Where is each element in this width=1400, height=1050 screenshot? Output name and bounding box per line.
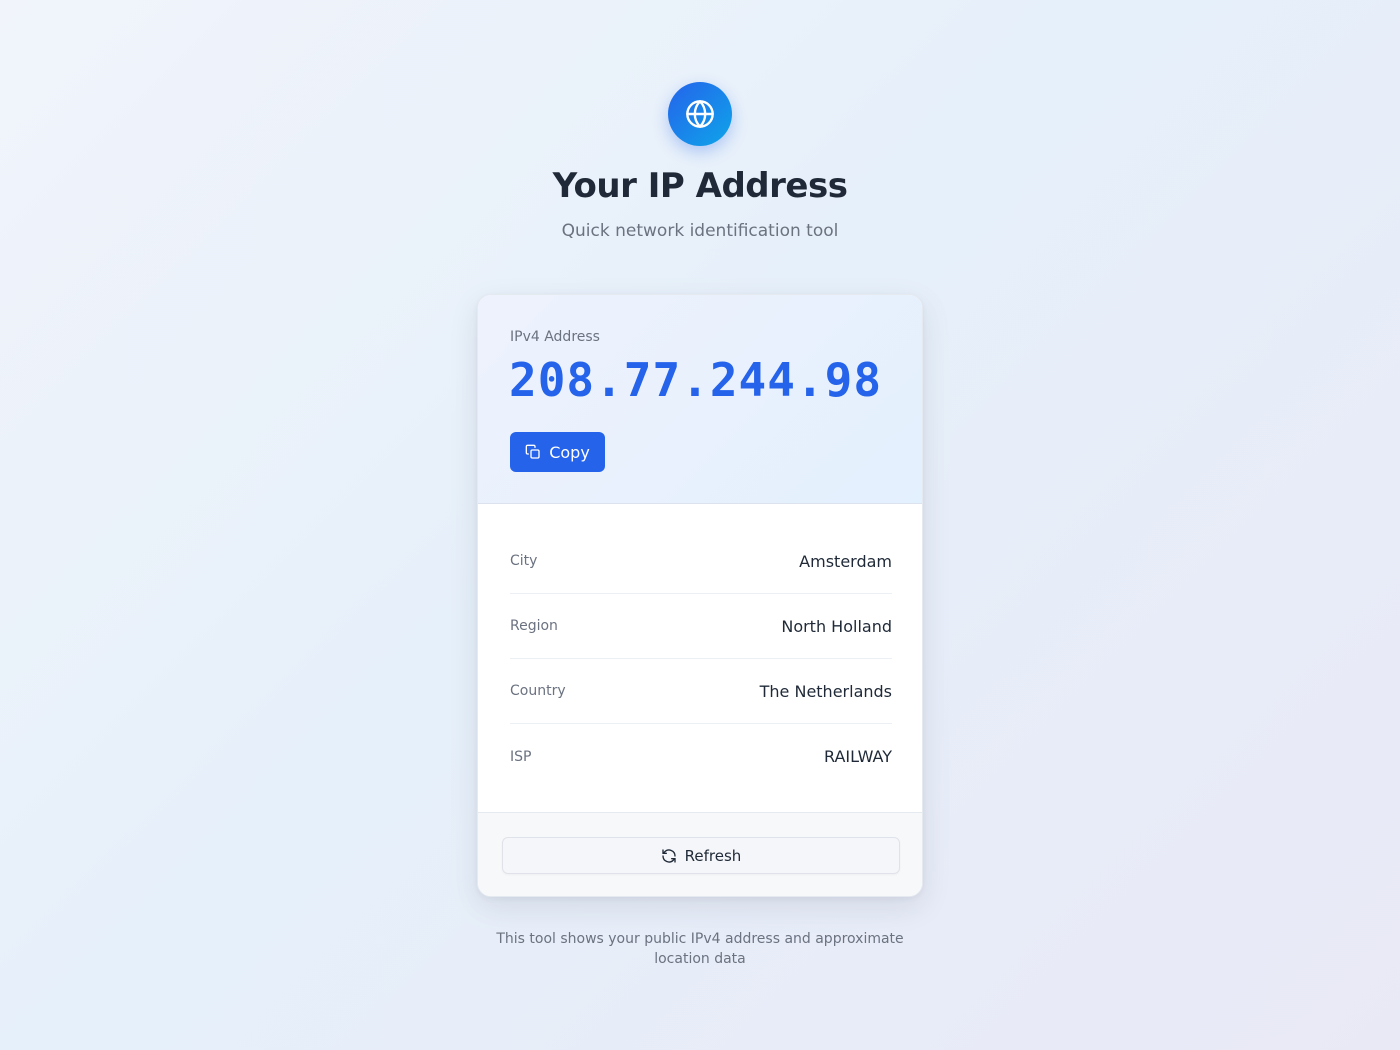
detail-label: City [510,553,538,569]
detail-value: Amsterdam [799,551,892,571]
detail-label: ISP [510,748,532,765]
copy-button-label: Copy [549,442,590,462]
ip-card: IPv4 Address 208.77.244.98 Copy City Ams… [477,294,923,897]
page-subtitle: Quick network identification tool [561,221,839,241]
detail-row-country: Country The Netherlands [510,659,892,724]
detail-value: RAILWAY [824,747,892,766]
copy-icon [525,444,541,460]
detail-label: Region [510,618,558,634]
card-footer: Refresh [478,812,922,896]
ip-label: IPv4 Address [510,329,600,345]
refresh-button[interactable]: Refresh [502,837,900,874]
page-title: Your IP Address [552,166,848,206]
globe-icon [684,98,716,130]
refresh-button-label: Refresh [684,846,742,865]
copy-button[interactable]: Copy [510,432,605,472]
footnote: This tool shows your public IPv4 address… [496,931,904,967]
ip-panel: IPv4 Address 208.77.244.98 Copy [478,295,922,504]
details-list: City Amsterdam Region North Holland Coun… [510,529,892,789]
detail-value: North Holland [781,616,892,636]
detail-row-city: City Amsterdam [510,529,892,594]
detail-row-region: Region North Holland [510,594,892,659]
detail-label: Country [510,683,566,699]
detail-value: The Netherlands [759,681,892,701]
ip-value: 208.77.244.98 [509,353,883,407]
page: Your IP Address Quick network identifica… [0,0,1400,1050]
refresh-icon [661,848,677,864]
detail-row-isp: ISP RAILWAY [510,724,892,789]
globe-badge [668,82,732,146]
